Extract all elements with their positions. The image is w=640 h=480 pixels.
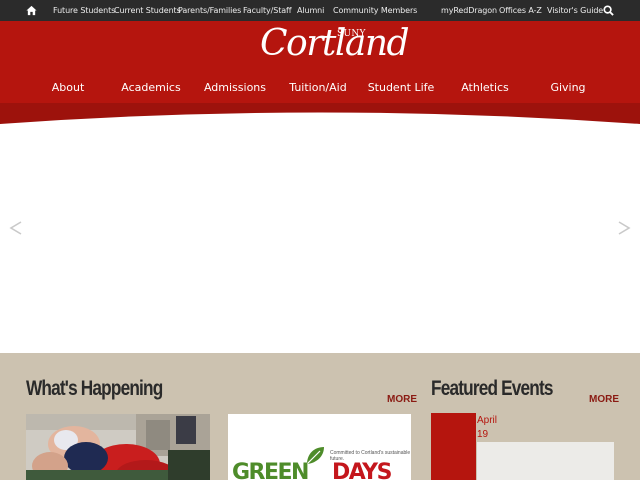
link-current-students[interactable]: Current Students bbox=[114, 0, 181, 21]
link-alumni[interactable]: Alumni bbox=[297, 0, 324, 21]
site-header: Cortland SUNY About Academics Admissions… bbox=[0, 21, 640, 103]
news-more-link[interactable]: MORE bbox=[387, 394, 417, 405]
link-visitors-guide[interactable]: Visitor's Guide bbox=[547, 0, 603, 21]
nav-student-life[interactable]: Student Life bbox=[366, 80, 436, 96]
nav-about[interactable]: About bbox=[40, 80, 96, 96]
link-parents-families[interactable]: Parents/Families bbox=[178, 0, 241, 21]
nav-admissions[interactable]: Admissions bbox=[200, 80, 270, 96]
event-month: April bbox=[477, 415, 498, 426]
slider-next-arrow[interactable] bbox=[617, 219, 631, 237]
events-more-link[interactable]: MORE bbox=[589, 394, 619, 405]
event-date-block bbox=[431, 413, 476, 480]
utility-bar: Future Students Current Students Parents… bbox=[0, 0, 640, 21]
link-offices-a-z[interactable]: Offices A-Z bbox=[499, 0, 542, 21]
link-future-students[interactable]: Future Students bbox=[53, 0, 115, 21]
hero-slider bbox=[0, 127, 640, 353]
logo-suny-label: SUNY bbox=[337, 29, 366, 39]
nav-athletics[interactable]: Athletics bbox=[456, 80, 514, 96]
link-community-members[interactable]: Community Members bbox=[333, 0, 417, 21]
event-day: 19 bbox=[477, 429, 489, 440]
slider-prev-arrow[interactable] bbox=[9, 219, 23, 237]
link-myreddragon[interactable]: myRedDragon bbox=[441, 0, 497, 21]
event-card[interactable] bbox=[477, 442, 614, 480]
featured-events-heading: Featured Events bbox=[431, 377, 554, 400]
logo-wordmark: Cortland bbox=[260, 23, 410, 64]
news-card-green-days[interactable]: Committed to Cortland's sustainable futu… bbox=[228, 414, 411, 480]
nav-academics[interactable]: Academics bbox=[118, 80, 184, 96]
header-curve bbox=[0, 103, 640, 127]
home-icon[interactable] bbox=[26, 5, 37, 16]
whats-happening-heading: What's Happening bbox=[26, 377, 163, 400]
news-card-wrestling[interactable] bbox=[26, 414, 210, 480]
nav-giving[interactable]: Giving bbox=[542, 80, 594, 96]
link-faculty-staff[interactable]: Faculty/Staff bbox=[243, 0, 292, 21]
nav-tuition-aid[interactable]: Tuition/Aid bbox=[284, 80, 352, 96]
green-days-word-days: DAYS bbox=[332, 460, 392, 480]
wrestling-photo bbox=[26, 414, 210, 480]
news-events-section: What's Happening MORE Committed to Cortl… bbox=[0, 353, 640, 480]
search-icon[interactable] bbox=[603, 5, 614, 16]
green-days-word-green: GREEN bbox=[232, 460, 309, 480]
